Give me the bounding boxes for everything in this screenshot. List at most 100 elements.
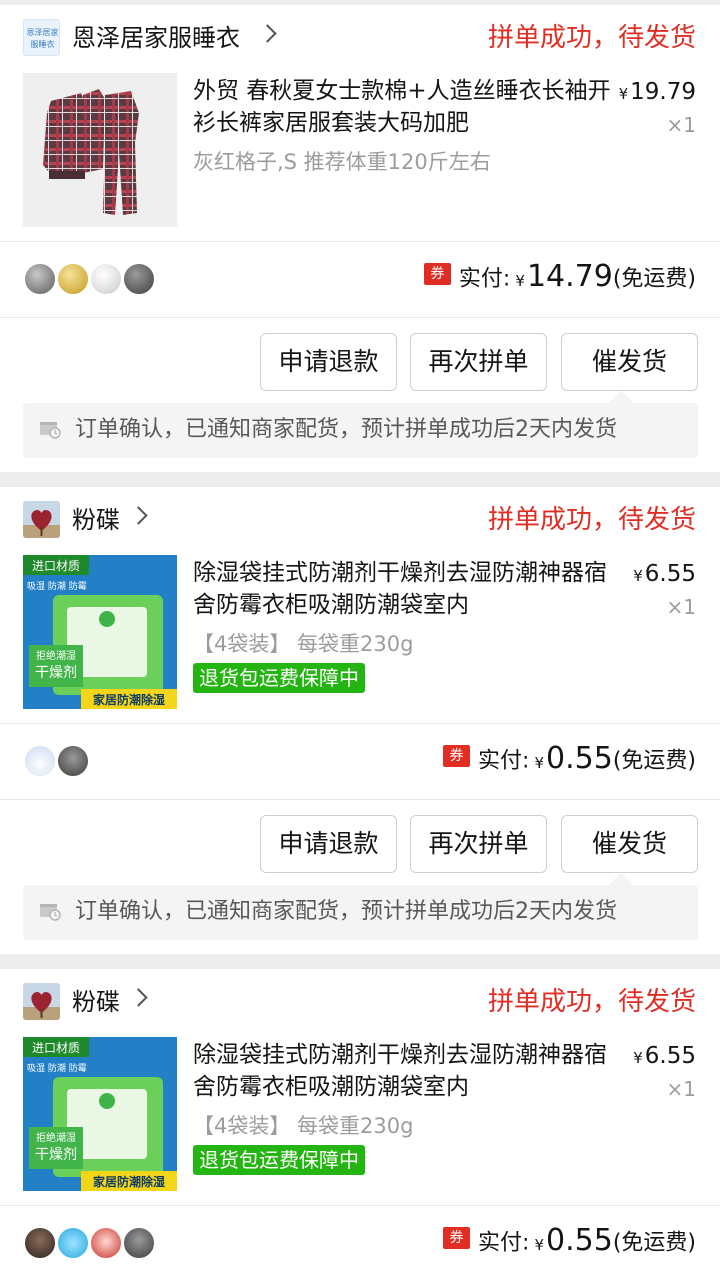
order-card: 恩泽居家 服睡衣 恩泽居家服睡衣 拼单成功，待发货 外贸 春秋夏女士款棉+人造丝… <box>0 5 720 472</box>
product-image: 进口材质 吸湿 防潮 防霉 拒绝潮湿 干燥剂 家居防潮除湿 <box>23 555 177 709</box>
order-status: 拼单成功，待发货 <box>487 987 696 1017</box>
pay-summary: 券实付: ¥0.55(免运费) <box>442 741 696 776</box>
truck-clock-icon <box>40 904 61 921</box>
shop-logo <box>23 983 60 1020</box>
price-value: 6.55 <box>644 1043 696 1069</box>
reorder-button[interactable]: 再次拼单 <box>410 333 547 391</box>
order-card: 粉碟 拼单成功，待发货 进口材质 吸湿 防潮 防霉 拒绝潮湿 干燥剂 家居防潮除… <box>0 487 720 954</box>
order-status: 拼单成功，待发货 <box>487 23 696 53</box>
avatar <box>89 1226 123 1260</box>
image-bag-label: 干燥剂 <box>35 665 77 681</box>
product-item[interactable]: 进口材质 吸湿 防潮 防霉 拒绝潮湿 干燥剂 家居防潮除湿 除湿袋挂式防潮剂干燥… <box>0 1035 720 1205</box>
image-tag: 进口材质 <box>32 559 80 573</box>
shipping-notice: 订单确认，已通知商家配货，预计拼单成功后2天内发货 <box>23 390 698 458</box>
amount-value: 0.55 <box>546 1223 613 1258</box>
order-status: 拼单成功，待发货 <box>487 505 696 535</box>
product-quantity: ×1 <box>666 1077 696 1101</box>
currency-symbol: ¥ <box>534 1236 545 1254</box>
image-banner: 家居防潮除湿 <box>93 1174 165 1189</box>
image-tag: 进口材质 <box>32 1041 80 1055</box>
refund-button[interactable]: 申请退款 <box>260 815 397 873</box>
chevron-right-icon <box>129 988 148 1007</box>
product-image: 进口材质 吸湿 防潮 防霉 拒绝潮湿 干燥剂 家居防潮除湿 <box>23 1037 177 1191</box>
pay-row: 券实付: ¥0.55(免运费) <box>0 723 720 799</box>
pay-amount: ¥0.55 <box>534 741 612 776</box>
price-value: 6.55 <box>644 561 696 587</box>
shop-logo: 恩泽居家 服睡衣 <box>23 19 60 56</box>
truck-clock-icon <box>40 422 61 439</box>
shipping-guarantee-badge: 退货包运费保障中 <box>193 1145 365 1175</box>
notice-text: 订单确认，已通知商家配货，预计拼单成功后2天内发货 <box>75 417 617 442</box>
order-list: 恩泽居家 服睡衣 恩泽居家服睡衣 拼单成功，待发货 外贸 春秋夏女士款棉+人造丝… <box>0 0 720 1271</box>
avatar <box>122 1226 156 1260</box>
chevron-right-icon <box>258 24 277 43</box>
pay-amount: ¥0.55 <box>534 1223 612 1258</box>
avatar <box>23 1226 57 1260</box>
image-bag-label: 干燥剂 <box>35 1147 77 1163</box>
currency-symbol: ¥ <box>618 85 629 103</box>
chevron-right-icon <box>129 506 148 525</box>
coupon-icon: 券 <box>442 744 470 767</box>
shop-name[interactable]: 恩泽居家服睡衣 <box>72 21 240 55</box>
notice-text: 订单确认，已通知商家配货，预计拼单成功后2天内发货 <box>75 899 617 924</box>
avatar <box>56 744 90 778</box>
product-spec: 灰红格子,S 推荐体重120斤左右 <box>193 150 491 174</box>
shipping-notice: 订单确认，已通知商家配货，预计拼单成功后2天内发货 <box>23 872 698 940</box>
svg-text:服睡衣: 服睡衣 <box>31 39 55 49</box>
avatar <box>23 744 57 778</box>
pay-amount: ¥14.79 <box>515 259 612 294</box>
currency-symbol: ¥ <box>534 754 545 772</box>
avatar <box>56 262 90 296</box>
pay-label: 实付: <box>458 266 511 292</box>
divider <box>0 317 720 318</box>
product-item[interactable]: 外贸 春秋夏女士款棉+人造丝睡衣长袖开衫长裤家居服套装大码加肥 灰红格子,S 推… <box>0 71 720 241</box>
shipping-guarantee-badge: 退货包运费保障中 <box>193 663 365 693</box>
urge-shipping-button[interactable]: 催发货 <box>561 333 698 391</box>
image-banner: 家居防潮除湿 <box>93 692 165 707</box>
pay-summary: 券实付: ¥14.79(免运费) <box>423 259 696 294</box>
order-header[interactable]: 粉碟 拼单成功，待发货 <box>0 969 720 1035</box>
pay-summary: 券实付: ¥0.55(免运费) <box>442 1223 696 1258</box>
amount-value: 14.79 <box>526 259 613 294</box>
shipping-note: (免运费) <box>612 266 696 292</box>
order-header[interactable]: 粉碟 拼单成功，待发货 <box>0 487 720 553</box>
shipping-note: (免运费) <box>612 1230 696 1256</box>
shipping-note: (免运费) <box>612 748 696 774</box>
shop-name[interactable]: 粉碟 <box>72 503 120 537</box>
reorder-button[interactable]: 再次拼单 <box>410 815 547 873</box>
order-header[interactable]: 恩泽居家 服睡衣 恩泽居家服睡衣 拼单成功，待发货 <box>0 5 720 71</box>
refund-button[interactable]: 申请退款 <box>260 333 397 391</box>
image-bag-subtext: 拒绝潮湿 <box>36 649 76 662</box>
product-item[interactable]: 进口材质 吸湿 防潮 防霉 拒绝潮湿 干燥剂 家居防潮除湿 除湿袋挂式防潮剂干燥… <box>0 553 720 723</box>
avatar <box>122 262 156 296</box>
product-title: 除湿袋挂式防潮剂干燥剂去湿防潮神器宿舍防霉衣柜吸潮防潮袋室内 <box>193 1042 607 1100</box>
product-title: 除湿袋挂式防潮剂干燥剂去湿防潮神器宿舍防霉衣柜吸潮防潮袋室内 <box>193 560 607 618</box>
product-price: ¥19.79 <box>619 77 696 109</box>
divider <box>0 799 720 800</box>
coupon-icon: 券 <box>423 262 451 285</box>
product-quantity: ×1 <box>666 595 696 619</box>
pay-label: 实付: <box>477 748 530 774</box>
image-subtext: 吸湿 防潮 防霉 <box>27 580 87 592</box>
product-spec: 【4袋装】 每袋重230g <box>193 632 414 656</box>
currency-symbol: ¥ <box>633 1049 643 1067</box>
currency-symbol: ¥ <box>633 567 643 585</box>
pay-label: 实付: <box>477 1230 530 1256</box>
shop-logo <box>23 501 60 538</box>
product-quantity: ×1 <box>666 113 696 137</box>
coupon-icon: 券 <box>442 1226 470 1249</box>
product-spec: 【4袋装】 每袋重230g <box>193 1114 414 1138</box>
order-card: 粉碟 拼单成功，待发货 进口材质 吸湿 防潮 防霉 拒绝潮湿 干燥剂 家居防潮除… <box>0 969 720 1271</box>
pay-row: 券实付: ¥0.55(免运费) <box>0 1205 720 1271</box>
image-bag-subtext: 拒绝潮湿 <box>36 1131 76 1144</box>
svg-text:恩泽居家: 恩泽居家 <box>27 27 59 37</box>
currency-symbol: ¥ <box>515 272 525 290</box>
amount-value: 0.55 <box>546 741 613 776</box>
avatar <box>23 262 57 296</box>
image-subtext: 吸湿 防潮 防霉 <box>27 1062 87 1074</box>
shop-name[interactable]: 粉碟 <box>72 985 120 1019</box>
pay-row: 券实付: ¥14.79(免运费) <box>0 241 720 317</box>
price-value: 19.79 <box>630 79 696 105</box>
urge-shipping-button[interactable]: 催发货 <box>561 815 698 873</box>
avatar <box>56 1226 90 1260</box>
